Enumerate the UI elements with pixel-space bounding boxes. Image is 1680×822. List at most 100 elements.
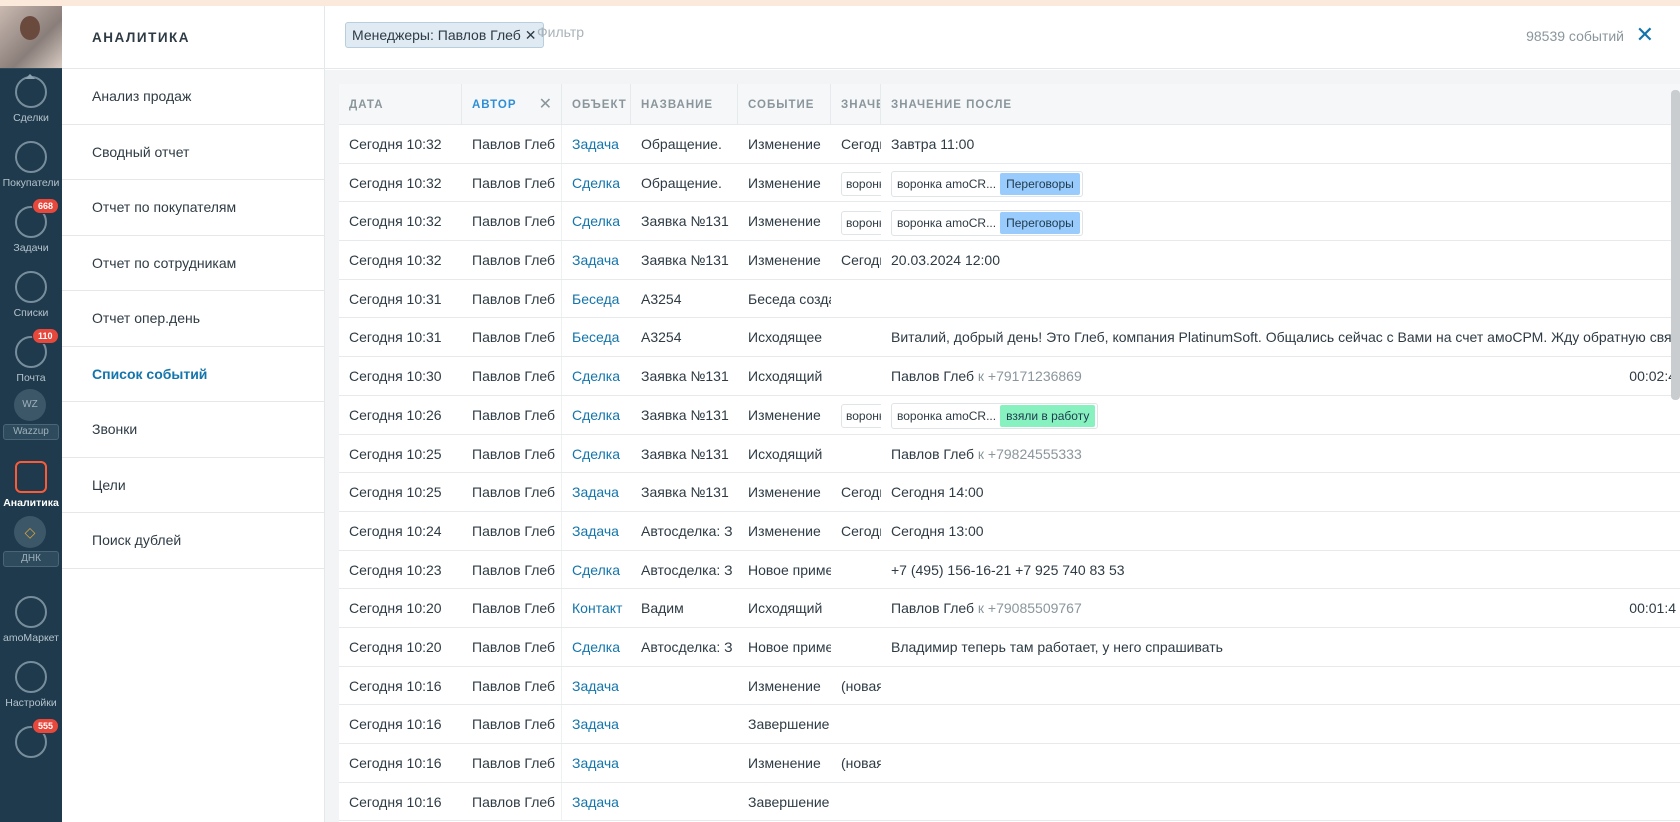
wazzup-label[interactable]: Wazzup bbox=[3, 424, 59, 440]
cell-object[interactable]: Задача bbox=[562, 783, 631, 821]
cell-name bbox=[631, 744, 738, 782]
cell-object[interactable]: Задача bbox=[562, 241, 631, 279]
cell-value-before: воронка bbox=[831, 396, 881, 434]
object-link[interactable]: Задача bbox=[572, 678, 619, 694]
object-link[interactable]: Задача bbox=[572, 755, 619, 771]
submenu-item[interactable]: Отчет по сотрудникам bbox=[62, 236, 324, 291]
author-filter-clear-icon[interactable]: ✕ bbox=[539, 84, 553, 124]
submenu-item[interactable]: Цели bbox=[62, 458, 324, 513]
object-link[interactable]: Задача bbox=[572, 716, 619, 732]
object-link[interactable]: Сделка bbox=[572, 562, 620, 578]
object-link[interactable]: Сделка bbox=[572, 175, 620, 191]
cell-object[interactable]: Сделка bbox=[562, 435, 631, 473]
nav-item-7[interactable]: amoМаркет bbox=[0, 596, 62, 644]
cell-object[interactable]: Сделка bbox=[562, 396, 631, 434]
call-from: Павлов Глеб bbox=[891, 445, 975, 462]
submenu-item[interactable]: Звонки bbox=[62, 402, 324, 458]
table-row[interactable]: Сегодня 10:32 Павлов Глеб Сделка Заявка №13… bbox=[339, 202, 1680, 242]
cell-object[interactable]: Сделка bbox=[562, 164, 631, 202]
table-row[interactable]: Сегодня 10:24 Павлов Глеб Задача Автосделка… bbox=[339, 511, 1680, 551]
nav-item-1[interactable]: Сделки bbox=[0, 76, 62, 124]
object-link[interactable]: Контакт bbox=[572, 600, 622, 616]
table-row[interactable]: Сегодня 10:16 Павлов Глеб Задача Завершение bbox=[339, 782, 1680, 822]
object-link[interactable]: Задача bbox=[572, 252, 619, 268]
cell-object[interactable]: Контакт bbox=[562, 589, 631, 627]
header-value-before[interactable]: ЗНАЧЕНИЕ ДО bbox=[831, 84, 881, 124]
table-row[interactable]: Сегодня 10:32 Павлов Глеб Сделка Обращение.… bbox=[339, 163, 1680, 203]
cell-object[interactable]: Задача bbox=[562, 473, 631, 511]
table-row[interactable]: Сегодня 10:25 Павлов Глеб Сделка Заявка №13… bbox=[339, 434, 1680, 474]
cell-name bbox=[631, 705, 738, 743]
nav-item-3[interactable]: Задачи 668 bbox=[0, 198, 62, 254]
scrollbar[interactable] bbox=[1671, 90, 1680, 400]
nav-item-2[interactable]: Покупатели bbox=[0, 141, 62, 189]
cell-object[interactable]: Сделка bbox=[562, 628, 631, 666]
cell-value-after bbox=[881, 705, 1680, 743]
dnk-icon[interactable]: ◇ bbox=[14, 516, 46, 548]
object-link[interactable]: Задача bbox=[572, 484, 619, 500]
cell-object[interactable]: Беседа bbox=[562, 280, 631, 318]
table-row[interactable]: Сегодня 10:23 Павлов Глеб Сделка Автосделка… bbox=[339, 550, 1680, 590]
table-row[interactable]: Сегодня 10:31 Павлов Глеб Беседа А3254 Исход… bbox=[339, 318, 1680, 358]
object-link[interactable]: Задача bbox=[572, 523, 619, 539]
table-row[interactable]: Сегодня 10:26 Павлов Глеб Сделка Заявка №13… bbox=[339, 395, 1680, 435]
table-row[interactable]: Сегодня 10:30 Павлов Глеб Сделка Заявка №13… bbox=[339, 357, 1680, 396]
header-event[interactable]: СОБЫТИЕ bbox=[738, 84, 831, 124]
filter-input[interactable] bbox=[537, 24, 837, 40]
cell-object[interactable]: Задача bbox=[562, 125, 631, 163]
cell-object[interactable]: Сделка bbox=[562, 202, 631, 240]
nav-item-5[interactable]: Почта 110 bbox=[0, 328, 62, 384]
cell-object[interactable]: Задача bbox=[562, 744, 631, 782]
cell-object[interactable]: Сделка bbox=[562, 551, 631, 589]
filter-chip-managers[interactable]: Менеджеры: Павлов Глеб ✕ bbox=[345, 22, 544, 48]
cell-object[interactable]: Задача bbox=[562, 705, 631, 743]
nav-item-6[interactable]: Аналитика bbox=[0, 461, 62, 509]
header-date[interactable]: ДАТА bbox=[339, 84, 462, 124]
object-link[interactable]: Сделка bbox=[572, 368, 620, 384]
header-value-after[interactable]: ЗНАЧЕНИЕ ПОСЛЕ bbox=[881, 84, 1680, 124]
pipeline-name: воронка amoCR... bbox=[897, 409, 997, 424]
cell-event: Исходящее bbox=[748, 329, 823, 346]
submenu-item[interactable]: Список событий bbox=[62, 347, 324, 402]
table-row[interactable]: Сегодня 10:31 Павлов Глеб Беседа А3254 Бесед… bbox=[339, 279, 1680, 319]
nav-item-8[interactable]: Настройки bbox=[0, 661, 62, 709]
object-link[interactable]: Задача bbox=[572, 794, 619, 810]
object-link[interactable]: Задача bbox=[572, 136, 619, 152]
nav-item-4[interactable]: Списки bbox=[0, 271, 62, 319]
object-link[interactable]: Сделка bbox=[572, 639, 620, 655]
object-link[interactable]: Сделка bbox=[572, 407, 620, 423]
cell-object[interactable]: Сделка bbox=[562, 357, 631, 395]
submenu-item[interactable]: Анализ продаж bbox=[62, 69, 324, 125]
table-row[interactable]: Сегодня 10:20 Павлов Глеб Контакт Вадим Исхо… bbox=[339, 589, 1680, 628]
filter-bar: Менеджеры: Павлов Глеб✕ 98539 событий ✕ bbox=[325, 6, 1680, 69]
cell-date: Сегодня 10:30 bbox=[349, 368, 442, 385]
cell-object[interactable]: Задача bbox=[562, 512, 631, 550]
submenu-item[interactable]: Поиск дублей bbox=[62, 513, 324, 569]
submenu-item[interactable]: Сводный отчет bbox=[62, 125, 324, 180]
table-row[interactable]: Сегодня 10:20 Павлов Глеб Сделка Автосделка… bbox=[339, 627, 1680, 667]
wazzup-icon[interactable]: WZ bbox=[14, 389, 46, 421]
chat-nav-item[interactable]: 555 bbox=[0, 718, 62, 762]
user-avatar[interactable] bbox=[0, 6, 62, 69]
object-link[interactable]: Сделка bbox=[572, 446, 620, 462]
header-author[interactable]: АВТОР ✕ bbox=[462, 84, 562, 124]
table-row[interactable]: Сегодня 10:32 Павлов Глеб Задача Обращение.… bbox=[339, 125, 1680, 164]
close-icon[interactable]: ✕ bbox=[1636, 22, 1654, 48]
cell-name: А3254 bbox=[641, 329, 682, 346]
table-row[interactable]: Сегодня 10:16 Павлов Глеб Задача Завершение bbox=[339, 705, 1680, 744]
header-name[interactable]: НАЗВАНИЕ bbox=[631, 84, 738, 124]
table-row[interactable]: Сегодня 10:25 Павлов Глеб Задача Заявка №13… bbox=[339, 473, 1680, 512]
object-link[interactable]: Беседа bbox=[572, 291, 619, 307]
cell-object[interactable]: Задача bbox=[562, 667, 631, 705]
submenu-item[interactable]: Отчет опер.день bbox=[62, 291, 324, 347]
object-link[interactable]: Беседа bbox=[572, 329, 619, 345]
header-object[interactable]: ОБЪЕКТ bbox=[562, 84, 631, 124]
table-row[interactable]: Сегодня 10:16 Павлов Глеб Задача Изменение (… bbox=[339, 666, 1680, 706]
table-row[interactable]: Сегодня 10:32 Павлов Глеб Задача Заявка №13… bbox=[339, 241, 1680, 280]
object-link[interactable]: Сделка bbox=[572, 213, 620, 229]
submenu-item[interactable]: Отчет по покупателям bbox=[62, 180, 324, 236]
dnk-label[interactable]: ДНК bbox=[3, 551, 59, 567]
chip-remove-icon[interactable]: ✕ bbox=[525, 27, 537, 43]
table-row[interactable]: Сегодня 10:16 Павлов Глеб Задача Изменение (… bbox=[339, 744, 1680, 783]
cell-object[interactable]: Беседа bbox=[562, 318, 631, 356]
